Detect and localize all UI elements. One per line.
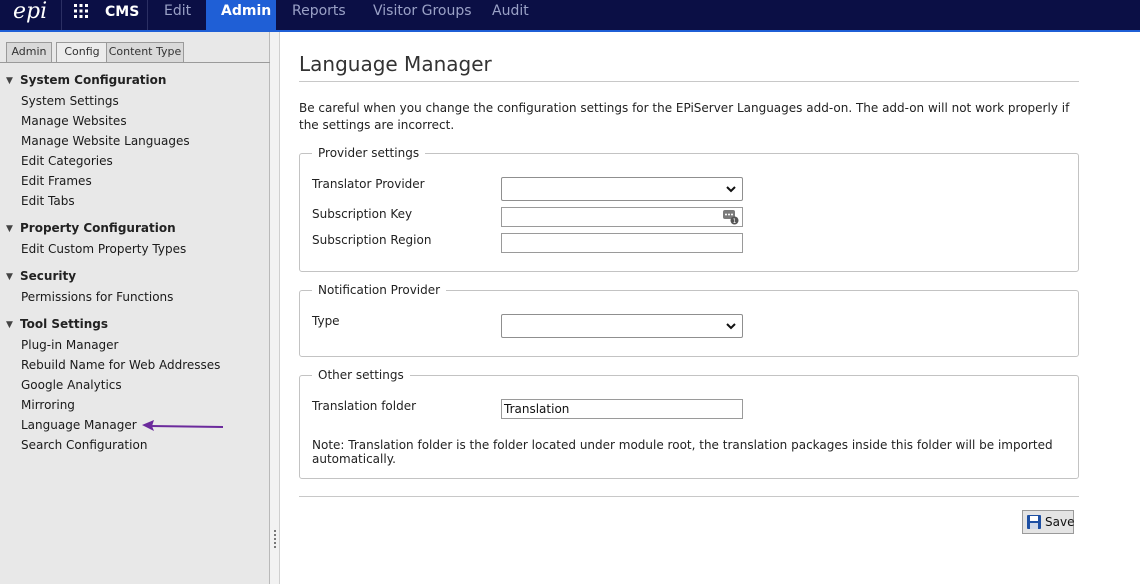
sidebar-item-edit-tabs[interactable]: Edit Tabs bbox=[21, 194, 75, 208]
sidebar-item-edit-custom-property-types[interactable]: Edit Custom Property Types bbox=[21, 242, 186, 256]
app-grid-icon bbox=[74, 4, 88, 18]
collapse-triangle-icon[interactable]: ▼ bbox=[6, 272, 13, 282]
type-label: Type bbox=[312, 314, 340, 328]
tab-divider bbox=[0, 62, 270, 63]
sidebar-item-rebuild-name-for-web-addresses[interactable]: Rebuild Name for Web Addresses bbox=[21, 358, 220, 372]
chevron-down-icon bbox=[726, 186, 736, 193]
notification-provider-fieldset: Notification Provider Type bbox=[299, 283, 1079, 357]
notification-type-select[interactable] bbox=[501, 314, 743, 338]
notification-provider-legend: Notification Provider bbox=[312, 283, 447, 297]
sidebar-item-language-manager[interactable]: Language Manager bbox=[21, 418, 137, 432]
highlight-arrow-icon bbox=[142, 420, 224, 431]
sidebar-item-edit-frames[interactable]: Edit Frames bbox=[21, 174, 92, 188]
sidebar-item-manage-website-languages[interactable]: Manage Website Languages bbox=[21, 134, 190, 148]
nav-tab-audit[interactable]: Audit bbox=[476, 0, 536, 30]
sidebar-item-plug-in-manager[interactable]: Plug-in Manager bbox=[21, 338, 118, 352]
other-settings-legend: Other settings bbox=[312, 368, 410, 382]
sidebar-item-edit-categories[interactable]: Edit Categories bbox=[21, 154, 113, 168]
section-system-configuration[interactable]: System Configuration bbox=[20, 73, 166, 87]
subscription-region-label: Subscription Region bbox=[312, 233, 432, 247]
nav-tab-edit[interactable]: Edit bbox=[150, 0, 206, 30]
panel-splitter[interactable] bbox=[270, 32, 280, 584]
warning-text: Be careful when you change the configura… bbox=[299, 101, 1070, 132]
provider-settings-legend: Provider settings bbox=[312, 146, 426, 160]
sidebar-item-system-settings[interactable]: System Settings bbox=[21, 94, 119, 108]
admin-sidebar: Admin Config Content Type ▼ System Confi… bbox=[0, 32, 270, 584]
sidebar-tab-content-type[interactable]: Content Type bbox=[106, 42, 184, 62]
provider-settings-fieldset: Provider settings Translator Provider Su… bbox=[299, 146, 1079, 272]
subscription-key-input[interactable]: 1 bbox=[501, 207, 743, 227]
sidebar-item-permissions-for-functions[interactable]: Permissions for Functions bbox=[21, 290, 173, 304]
collapse-triangle-icon[interactable]: ▼ bbox=[6, 76, 13, 86]
translator-provider-label: Translator Provider bbox=[312, 177, 425, 191]
product-name: CMS bbox=[100, 0, 148, 30]
top-navigation-bar: epi CMS Edit Admin Reports Visitor Group… bbox=[0, 0, 1140, 32]
sidebar-item-manage-websites[interactable]: Manage Websites bbox=[21, 114, 127, 128]
sidebar-item-google-analytics[interactable]: Google Analytics bbox=[21, 378, 122, 392]
page-title: Language Manager bbox=[299, 52, 492, 76]
sidebar-item-search-configuration[interactable]: Search Configuration bbox=[21, 438, 147, 452]
title-divider bbox=[299, 81, 1079, 82]
svg-text:1: 1 bbox=[733, 218, 737, 225]
app-grid-button[interactable] bbox=[62, 0, 100, 30]
nav-tab-reports[interactable]: Reports bbox=[276, 0, 358, 30]
translator-provider-select[interactable] bbox=[501, 177, 743, 201]
password-manager-icon[interactable]: 1 bbox=[723, 210, 739, 225]
chevron-down-icon bbox=[726, 323, 736, 330]
translation-folder-input[interactable]: Translation bbox=[501, 399, 743, 419]
floppy-disk-icon bbox=[1027, 515, 1041, 529]
section-property-configuration[interactable]: Property Configuration bbox=[20, 221, 176, 235]
subscription-region-input[interactable] bbox=[501, 233, 743, 253]
footer-divider bbox=[299, 496, 1079, 497]
nav-tab-admin[interactable]: Admin bbox=[206, 0, 276, 30]
other-settings-fieldset: Other settings Translation folder Transl… bbox=[299, 368, 1079, 479]
translation-folder-label: Translation folder bbox=[312, 399, 417, 413]
translation-folder-note: Note: Translation folder is the folder l… bbox=[312, 438, 1053, 466]
collapse-triangle-icon[interactable]: ▼ bbox=[6, 320, 13, 330]
sidebar-tab-admin[interactable]: Admin bbox=[6, 42, 52, 62]
section-tool-settings[interactable]: Tool Settings bbox=[20, 317, 108, 331]
collapse-triangle-icon[interactable]: ▼ bbox=[6, 224, 13, 234]
section-security[interactable]: Security bbox=[20, 269, 76, 283]
save-button-label: Save bbox=[1045, 515, 1075, 529]
save-button[interactable]: Save bbox=[1022, 510, 1074, 534]
subscription-key-label: Subscription Key bbox=[312, 207, 413, 221]
nav-tab-visitor-groups[interactable]: Visitor Groups bbox=[358, 0, 476, 30]
splitter-grip-icon[interactable] bbox=[274, 530, 276, 548]
episerver-logo[interactable]: epi bbox=[0, 0, 62, 30]
sidebar-tab-config[interactable]: Config bbox=[56, 42, 108, 63]
sidebar-item-mirroring[interactable]: Mirroring bbox=[21, 398, 75, 412]
